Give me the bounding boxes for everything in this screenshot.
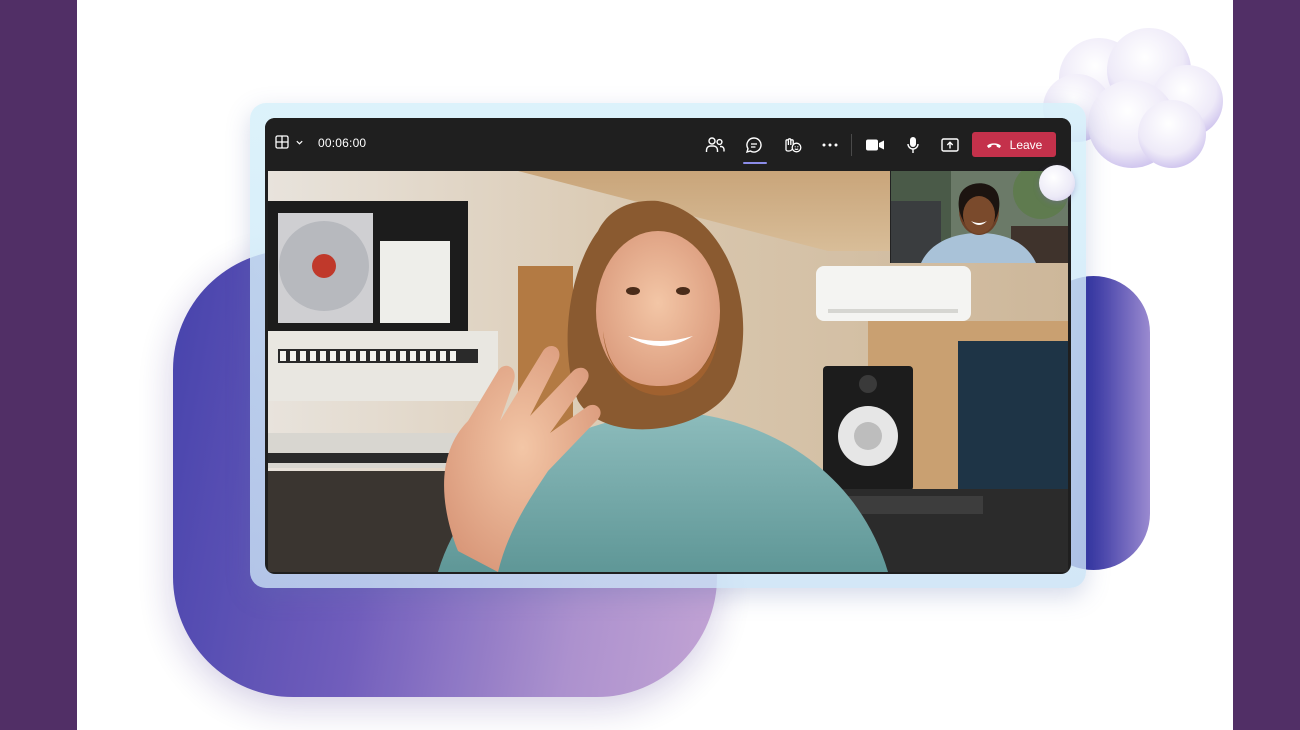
camera-button[interactable] [862, 132, 888, 158]
chevron-down-icon [296, 140, 303, 145]
more-options-icon [822, 143, 838, 147]
leave-label: Leave [1009, 137, 1043, 152]
reactions-button[interactable] [779, 132, 805, 158]
meeting-window: 00:06:00 Leave [265, 118, 1071, 574]
call-timer: 00:06:00 [318, 136, 367, 150]
chat-button[interactable] [741, 132, 767, 164]
layout-button[interactable] [275, 135, 304, 149]
people-icon [705, 137, 725, 152]
more-options-button[interactable] [817, 132, 843, 158]
hang-up-phone-icon [986, 142, 1001, 148]
camera-icon [866, 139, 884, 151]
microphone-icon [907, 137, 919, 153]
share-screen-button[interactable] [937, 132, 963, 158]
toolbar-divider [851, 134, 852, 156]
marketing-canvas: 00:06:00 Leave [77, 0, 1233, 730]
decorative-orb [1039, 165, 1075, 201]
meeting-toolbar: 00:06:00 Leave [265, 118, 1071, 171]
active-tab-indicator [743, 162, 767, 164]
raise-hand-reaction-icon [785, 138, 802, 153]
share-screen-icon [941, 137, 959, 152]
grid-layout-icon [275, 135, 289, 149]
microphone-button[interactable] [900, 132, 926, 158]
chat-icon [745, 137, 762, 154]
leave-button[interactable]: Leave [972, 132, 1056, 157]
people-button[interactable] [702, 132, 728, 158]
